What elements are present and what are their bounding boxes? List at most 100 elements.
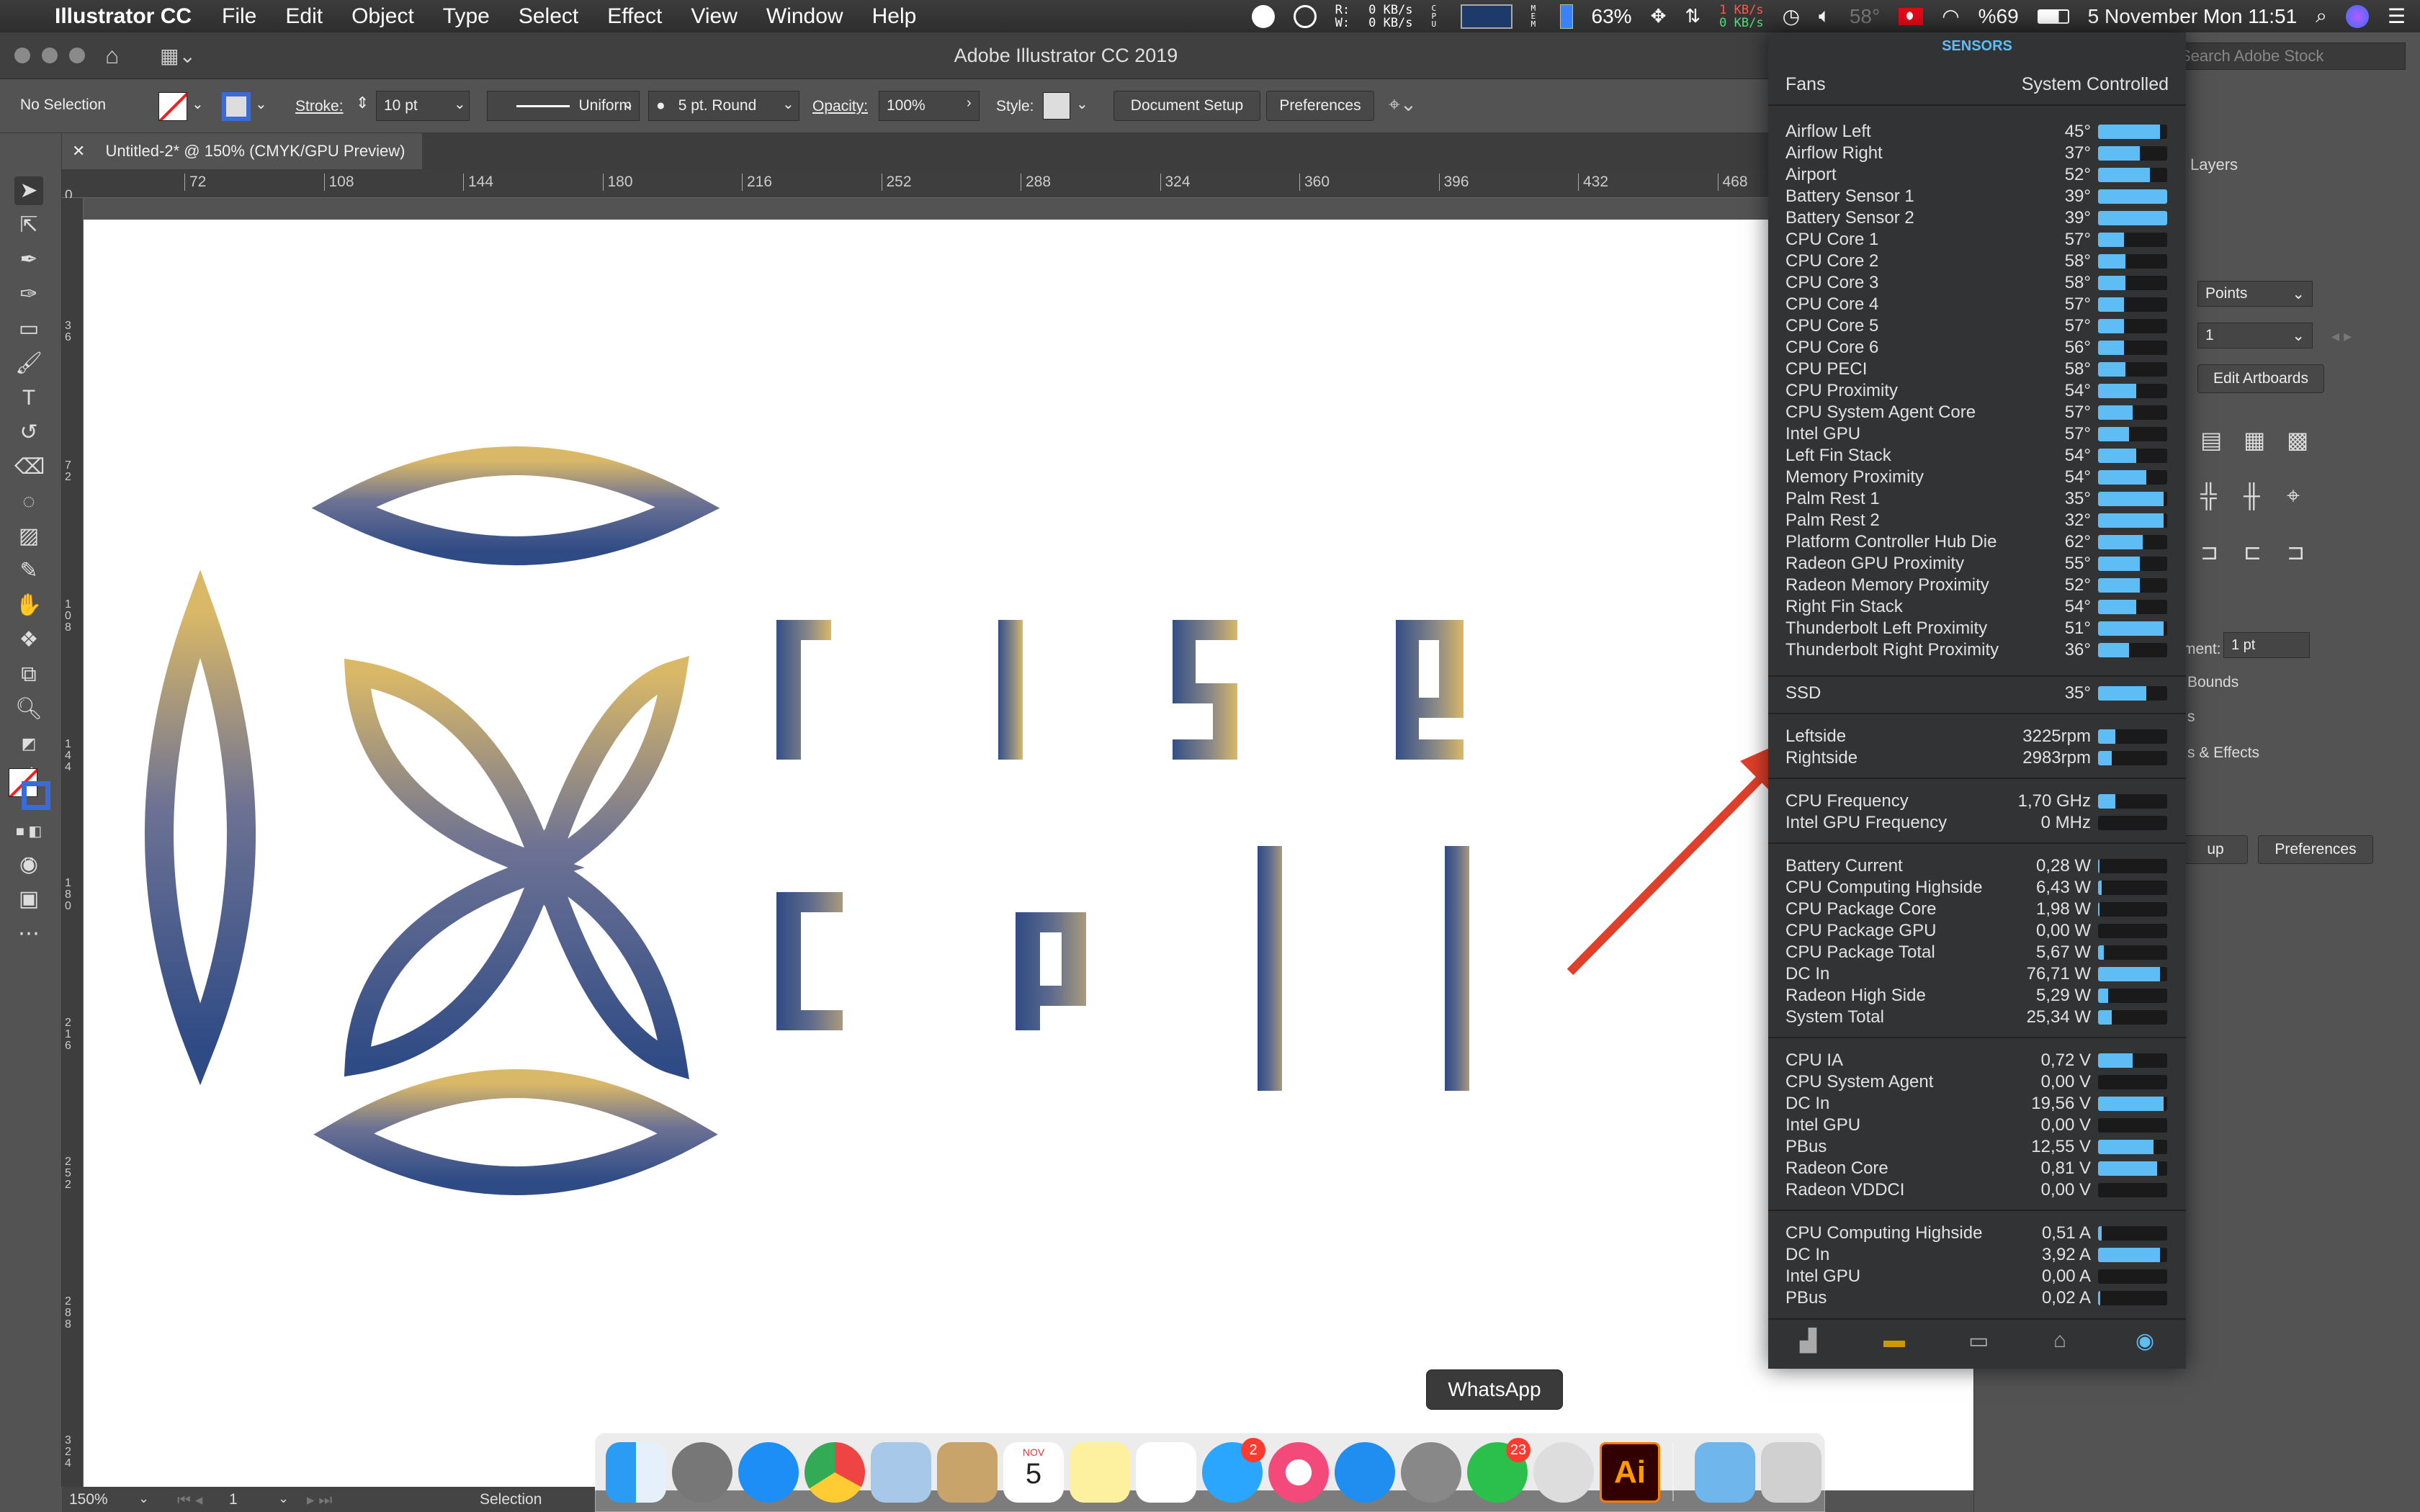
sensor-row[interactable]: Right Fin Stack 54° (1785, 596, 2167, 618)
system-preferences-icon[interactable] (1401, 1442, 1461, 1503)
notification-center-icon[interactable]: ☰ (2388, 4, 2406, 28)
arrows-icon[interactable]: ⇅ (1685, 5, 1700, 27)
sensor-row[interactable]: CPU Package Core 1,98 W (1785, 899, 2167, 920)
grid-toggle-icon[interactable]: ▦ (2244, 426, 2265, 454)
stroke-color-icon[interactable] (22, 781, 50, 810)
sensor-row[interactable]: Battery Sensor 2 39° (1785, 207, 2167, 229)
effects-label[interactable]: s & Effects (2187, 744, 2259, 762)
istat-settings-icon[interactable]: ◉ (2136, 1328, 2154, 1354)
whatsapp-icon[interactable]: 23 (1467, 1438, 1531, 1503)
symbol-sprayer-tool-icon[interactable]: ❖ (14, 626, 43, 654)
color-mode-icons[interactable]: ■ ◧ ⧄ (14, 817, 43, 868)
sensor-row[interactable]: Palm Rest 2 32° (1785, 510, 2167, 531)
sensor-row[interactable]: Intel GPU 0,00 A (1785, 1266, 2167, 1287)
net-values[interactable]: 0 KB/s 0 KB/s (1368, 4, 1412, 30)
ruler-toggle-icon[interactable]: ▤ (2200, 426, 2222, 454)
stroke-label[interactable]: Stroke: (295, 98, 344, 115)
sensor-row[interactable]: PBus 0,02 A (1785, 1287, 2167, 1309)
sensor-row[interactable]: CPU System Agent Core 57° (1785, 402, 2167, 423)
sensor-row[interactable]: System Total 25,34 W (1785, 1007, 2167, 1028)
stroke-stepper[interactable]: ⇕ (356, 94, 369, 112)
sensor-row[interactable]: CPU PECI 58° (1785, 359, 2167, 380)
sensor-row[interactable]: Palm Rest 1 35° (1785, 488, 2167, 510)
sensor-row[interactable]: Thunderbolt Left Proximity 51° (1785, 618, 2167, 639)
sensor-row[interactable]: Radeon Core 0,81 V (1785, 1158, 2167, 1179)
menu-type[interactable]: Type (443, 4, 490, 29)
sensor-row[interactable]: CPU Computing Highside 0,51 A (1785, 1223, 2167, 1244)
volume-icon[interactable]: 🔈︎ (1819, 4, 1831, 28)
sensor-row[interactable]: Radeon High Side 5,29 W (1785, 985, 2167, 1007)
default-colors-icon[interactable]: ◩ ⇄ (14, 729, 43, 781)
sensor-row[interactable]: Memory Proximity 54° (1785, 467, 2167, 488)
zoom-tool-icon[interactable]: 🔍︎ (14, 695, 43, 724)
more-tools-icon[interactable]: ⋯ (14, 919, 43, 948)
sensor-row[interactable]: Thunderbolt Right Proximity 36° (1785, 639, 2167, 661)
snap-icon-3[interactable]: ⊐ (2287, 540, 2305, 565)
transparency-grid-icon[interactable]: ▩ (2287, 426, 2308, 454)
mail-icon[interactable] (871, 1442, 931, 1503)
vertical-ruler[interactable]: 3 6 7 2 1 0 8 1 4 4 1 8 0 2 1 6 2 5 2 2 8 8 3 2 … (62, 198, 84, 1490)
sensor-row[interactable]: Airport 52° (1785, 164, 2167, 186)
sensor-row[interactable]: CPU Core 1 57° (1785, 229, 2167, 251)
panel-preferences-button[interactable]: Preferences (2258, 835, 2373, 864)
battery-percent[interactable]: %69 (1978, 5, 2019, 28)
snap-icon-2[interactable]: ⊏ (2244, 540, 2262, 565)
menu-effect[interactable]: Effect (607, 4, 662, 29)
graphic-style-swatch[interactable] (1043, 92, 1070, 120)
keyboard-increment-field[interactable]: 1 pt (2223, 632, 2310, 658)
itunes-icon[interactable] (1268, 1442, 1329, 1503)
snap-icon-1[interactable]: ⊐ (2200, 540, 2218, 565)
sensor-row[interactable]: Battery Sensor 1 39° (1785, 186, 2167, 207)
pixel-grid-icon[interactable]: ⌖ (2287, 482, 2300, 510)
stroke-swatch[interactable] (222, 92, 251, 121)
wheel-icon[interactable]: ✥ (1651, 5, 1667, 27)
edit-artboards-button[interactable]: Edit Artboards (2197, 364, 2324, 393)
finder-icon[interactable] (606, 1442, 666, 1503)
menu-select[interactable]: Select (519, 4, 578, 29)
sensor-row[interactable]: Airflow Left 45° (1785, 121, 2167, 143)
document-setup-button[interactable]: Document Setup (1113, 91, 1260, 121)
profile-dropdown-icon[interactable]: ⌄ (622, 95, 635, 113)
menu-app-name[interactable]: Illustrator CC (55, 4, 192, 29)
brush-dropdown-icon[interactable]: ⌄ (782, 95, 794, 113)
calendar-icon[interactable]: NOV 5 (1003, 1442, 1064, 1503)
brush-definition[interactable]: ● 5 pt. Round (648, 91, 799, 121)
guides-icon[interactable]: ╬ (2200, 482, 2217, 509)
smart-guides-icon[interactable]: ╫ (2244, 482, 2260, 509)
sensor-row[interactable]: CPU Core 5 57° (1785, 315, 2167, 337)
sensor-row[interactable]: Battery Current 0,28 W (1785, 855, 2167, 877)
reminders-icon[interactable] (1136, 1442, 1196, 1503)
wifi-icon[interactable]: ◠ (1942, 4, 1959, 28)
eraser-tool-icon[interactable]: ⌫ (14, 453, 45, 482)
screen-mode-icon[interactable]: ▣ (14, 885, 43, 914)
sensor-row[interactable]: Intel GPU Frequency 0 MHz (1785, 812, 2167, 834)
sensor-row[interactable]: Radeon VDDCI 0,00 V (1785, 1179, 2167, 1201)
menu-help[interactable]: Help (872, 4, 917, 29)
artboard-number[interactable]: 1 (229, 1491, 238, 1508)
rotate-tool-icon[interactable]: ↺ (14, 418, 43, 447)
sensor-row[interactable]: CPU Package GPU 0,00 W (1785, 920, 2167, 942)
curvature-tool-icon[interactable]: ✑ (14, 280, 43, 309)
zoom-level[interactable]: 150% (69, 1491, 108, 1508)
sensor-row[interactable]: Intel GPU 0,00 V (1785, 1115, 2167, 1136)
sensor-row[interactable]: Radeon Memory Proximity 52° (1785, 575, 2167, 596)
menu-edit[interactable]: Edit (285, 4, 323, 29)
trash-icon[interactable] (1761, 1442, 1821, 1503)
net-rates[interactable]: 1 KB/s 0 KB/s (1719, 4, 1763, 30)
stroke-dropdown-icon[interactable]: ⌄ (255, 95, 267, 113)
datetime[interactable]: 5 November Mon 11:51 (2088, 5, 2298, 28)
layers-tab[interactable]: Layers (2190, 156, 2238, 174)
type-tool-icon[interactable]: T (14, 384, 43, 413)
artboard[interactable] (84, 220, 1973, 1490)
selection-tool-icon[interactable]: ➤ (14, 176, 43, 205)
stroke-weight-dropdown-icon[interactable]: ⌄ (454, 95, 466, 113)
sensor-row[interactable]: CPU Proximity 54° (1785, 380, 2167, 402)
sensor-row[interactable]: CPU Core 3 58° (1785, 272, 2167, 294)
preferences-button[interactable]: Preferences (1266, 91, 1374, 121)
sensor-row[interactable]: DC In 76,71 W (1785, 963, 2167, 985)
battery-icon[interactable] (2037, 9, 2069, 24)
sensor-row[interactable]: Platform Controller Hub Die 62° (1785, 531, 2167, 553)
sensor-row[interactable]: CPU Frequency 1,70 GHz (1785, 791, 2167, 812)
messages-icon[interactable]: 2 (1202, 1438, 1265, 1503)
safari-icon[interactable] (738, 1442, 799, 1503)
